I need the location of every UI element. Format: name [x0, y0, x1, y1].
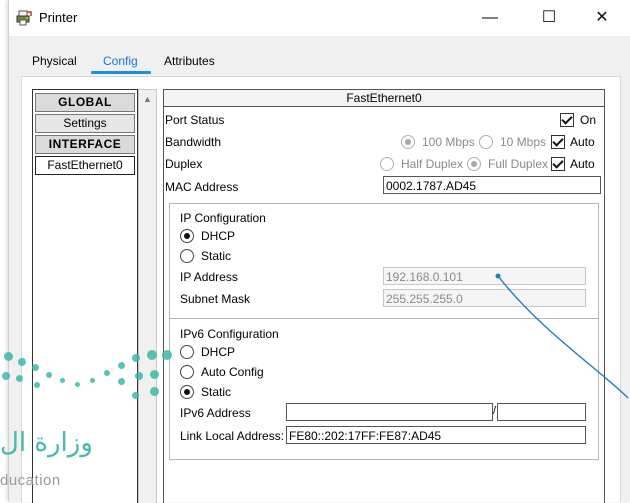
callout-line [495, 273, 629, 399]
